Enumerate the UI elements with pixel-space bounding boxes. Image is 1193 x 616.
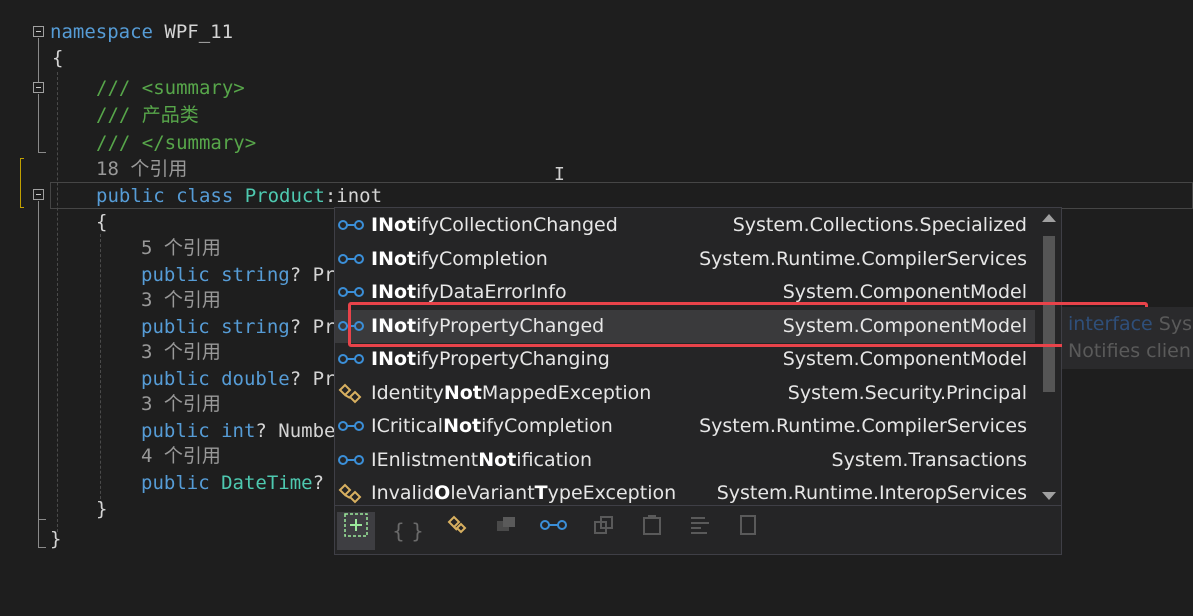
reference-count[interactable]: 3 个引用 [141, 287, 221, 313]
completion-item-name: IEnlistmentNotification [371, 448, 593, 471]
indent-guide [57, 72, 58, 532]
fold-line [38, 152, 46, 153]
completion-item[interactable]: IEnlistmentNotification System.Transactio… [335, 444, 1035, 477]
completion-item-name: INotifyCollectionChanged [371, 214, 618, 236]
reference-count[interactable]: 18 个引用 [96, 156, 187, 182]
completion-item[interactable]: ICriticalNotifyCompletion System.Runtime.… [335, 410, 1035, 443]
fold-line [38, 38, 39, 82]
completion-item-name: ICriticalNotifyCompletion [371, 415, 613, 437]
completion-item-namespace: System.Security.Principal [787, 381, 1027, 404]
scroll-up-icon[interactable] [1042, 214, 1056, 222]
completion-item-namespace: System.ComponentModel [782, 348, 1027, 370]
delegate-filter-icon[interactable] [633, 512, 671, 550]
completion-item[interactable]: INotifyCollectionChanged System.Collectio… [335, 209, 1035, 242]
completion-item[interactable]: IdentityNotMappedException System.Securit… [335, 377, 1035, 410]
collapse-namespace-icon[interactable] [33, 26, 44, 37]
completion-item-namespace: System.Transactions [831, 448, 1027, 471]
collapse-class-icon[interactable] [33, 189, 44, 200]
code-line: { [96, 211, 108, 233]
reference-count[interactable]: 3 个引用 [141, 391, 221, 417]
fold-line [38, 519, 39, 547]
ibeam-cursor-icon: I [554, 164, 565, 185]
code-line: { [52, 47, 64, 69]
completion-item[interactable]: INotifyPropertyChanging System.ComponentM… [335, 343, 1035, 376]
reference-count[interactable]: 5 个引用 [141, 235, 221, 261]
interface-icon [337, 444, 367, 477]
collapse-summary-icon[interactable] [33, 82, 44, 93]
scroll-down-icon[interactable] [1042, 492, 1056, 500]
reference-count[interactable]: 3 个引用 [141, 339, 221, 365]
struct-filter-icon[interactable] [487, 512, 525, 550]
interface-icon [337, 209, 367, 242]
reference-count[interactable]: 4 个引用 [141, 443, 221, 469]
interface-filter-icon[interactable] [535, 512, 573, 550]
code-line: public double? Pr [141, 368, 336, 390]
interface-icon [337, 343, 367, 376]
completion-item-namespace: System.Runtime.CompilerServices [699, 415, 1027, 437]
fold-line [38, 94, 39, 152]
completion-item-name: IdentityNotMappedException [371, 381, 652, 404]
filter-toolbar: { } [335, 505, 1061, 556]
completion-item-name: INotifyPropertyChanging [371, 348, 610, 370]
intellisense-popup[interactable]: INotifyCollectionChanged System.Collectio… [334, 207, 1062, 555]
indent-guide [100, 234, 101, 504]
interface-icon [337, 243, 367, 276]
doc-comment: /// <summary> [96, 77, 245, 99]
code-line: public int? Numbe [141, 420, 336, 442]
completion-item-namespace: System.Collections.Specialized [732, 214, 1027, 236]
class-filter-icon[interactable] [439, 512, 477, 550]
member-filter-icon[interactable] [681, 512, 719, 550]
fold-line [38, 201, 39, 519]
completion-item[interactable]: INotifyCompletion System.Runtime.Compiler… [335, 243, 1035, 276]
annotation-highlight-box [348, 302, 1148, 347]
code-line: namespace WPF_11 [50, 21, 234, 43]
fold-line [38, 519, 46, 520]
code-line: public string? Pr [141, 316, 336, 338]
completion-item-name: INotifyCompletion [371, 247, 548, 270]
code-line: public class Product:inot [96, 185, 383, 207]
quickinfo-tooltip: interface Sys Notifies clien [1062, 307, 1193, 369]
interface-icon [337, 410, 367, 443]
popup-scrollbar[interactable] [1039, 214, 1056, 504]
code-line: public string? Pr [141, 264, 336, 286]
snippet-filter-icon[interactable] [729, 512, 767, 550]
fold-line [38, 547, 46, 548]
code-line: public DateTime? [141, 472, 325, 494]
code-line: } [96, 498, 108, 520]
doc-comment: /// 产品类 [96, 104, 199, 126]
enum-filter-icon[interactable] [585, 512, 623, 550]
namespace-filter-icon[interactable]: { } [389, 512, 427, 550]
class-icon [337, 377, 367, 410]
code-line: } [50, 528, 62, 550]
expand-filter-icon[interactable] [337, 512, 375, 550]
change-marker [20, 158, 24, 208]
doc-comment: /// </summary> [96, 132, 257, 154]
completion-item-namespace: System.Runtime.CompilerServices [699, 247, 1027, 270]
